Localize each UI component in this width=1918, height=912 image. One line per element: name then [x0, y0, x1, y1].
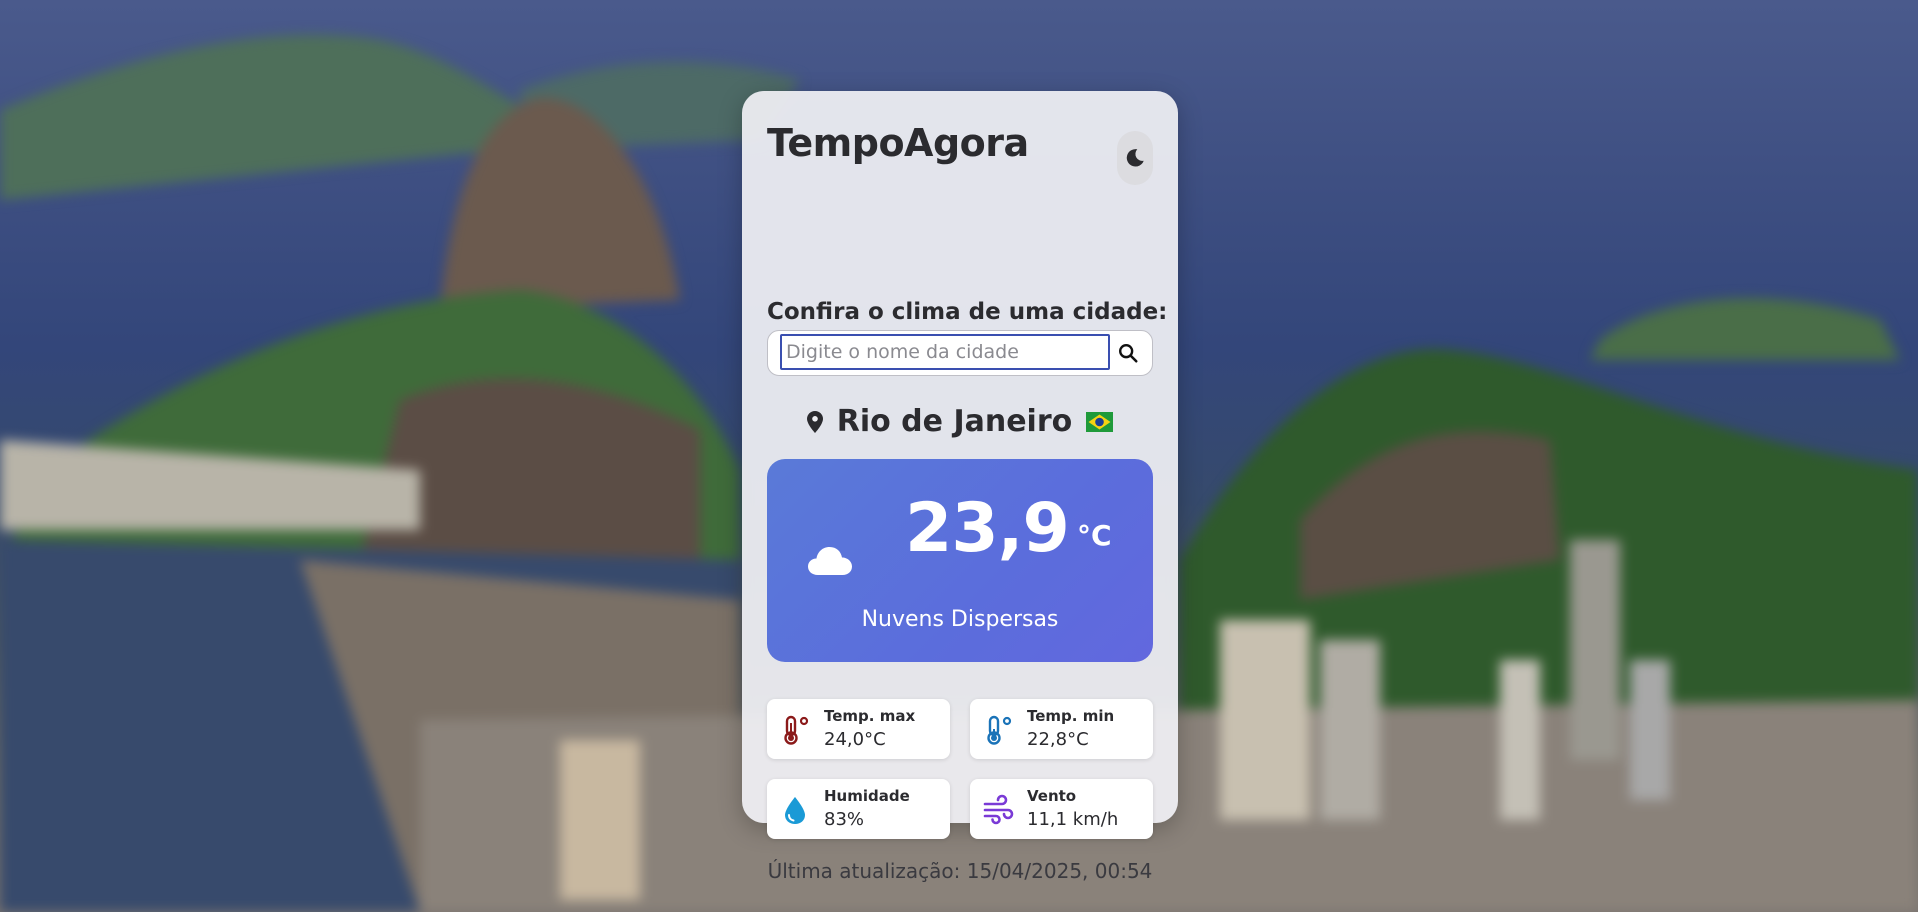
weather-description: Nuvens Dispersas: [861, 607, 1059, 632]
stat-value: 24,0°C: [824, 729, 886, 750]
weather-card: TempoAgora Confira o clima de uma cidade…: [742, 91, 1178, 883]
location: Rio de Janeiro: [742, 404, 1178, 439]
search-label: Confira o clima de uma cidade:: [767, 299, 1168, 325]
stat-value: 83%: [824, 809, 865, 830]
stat-temp-min: Temp. min 22,8°C: [970, 699, 1153, 759]
app-title: TempoAgora: [767, 121, 1029, 165]
thermometer-hot-icon: [784, 715, 809, 745]
stat-label: Humidade: [824, 787, 910, 805]
search-input[interactable]: [780, 334, 1110, 370]
map-pin-icon: [806, 410, 823, 433]
stat-value: 22,8°C: [1027, 729, 1089, 750]
stat-wind: Vento 11,1 km/h: [970, 779, 1153, 839]
theme-toggle-button[interactable]: [1117, 131, 1153, 185]
cloud-icon: [808, 547, 852, 575]
temperature-unit: °C: [1077, 519, 1112, 552]
stat-label: Temp. min: [1027, 707, 1115, 725]
moon-icon: [1126, 149, 1144, 167]
search-box: [767, 330, 1153, 376]
search-icon: [1119, 344, 1138, 363]
last-updated: Última atualização: 15/04/2025, 00:54: [767, 859, 1153, 883]
stat-label: Vento: [1027, 787, 1077, 805]
stat-label: Temp. max: [824, 707, 916, 725]
thermometer-cold-icon: [987, 715, 1012, 745]
city-name: Rio de Janeiro: [836, 404, 1073, 439]
wind-icon: [983, 794, 1014, 825]
temperature-value: 23,9: [905, 489, 1070, 568]
stat-humidity: Humidade 83%: [767, 779, 950, 839]
search-button[interactable]: [1114, 339, 1142, 367]
stat-value: 11,1 km/h: [1027, 809, 1119, 830]
current-weather-panel: 23,9 °C Nuvens Dispersas: [767, 459, 1153, 662]
stat-temp-max: Temp. max 24,0°C: [767, 699, 950, 759]
brazil-flag-icon: [1086, 411, 1114, 432]
water-drop-icon: [785, 797, 805, 824]
